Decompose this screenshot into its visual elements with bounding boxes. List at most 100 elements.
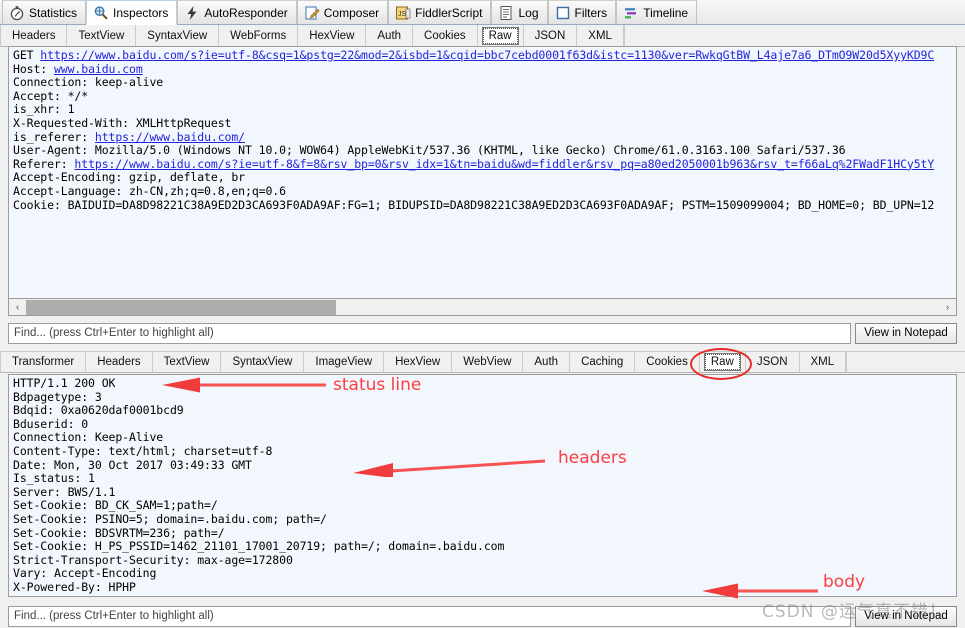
raw-link[interactable]: https://www.baidu.com/ (95, 130, 245, 144)
raw-line: X-Requested-With: XMLHttpRequest (13, 115, 232, 130)
raw-line: Is_status: 1 (13, 471, 95, 486)
request-tab-json[interactable]: JSON (524, 24, 578, 47)
request-tab-strip: Headers TextView SyntaxView WebForms Hex… (0, 24, 965, 47)
raw-line: is_xhr: 1 (13, 102, 75, 117)
raw-line: Connection: Keep-Alive (13, 430, 164, 445)
main-tab-filters[interactable]: Filters (547, 0, 617, 24)
scroll-right-button[interactable]: › (939, 299, 956, 315)
response-raw-pane[interactable]: HTTP/1.1 200 OK Bdpagetype: 3 Bdqid: 0xa06… (8, 374, 957, 597)
response-tab-headers[interactable]: Headers (86, 351, 153, 373)
raw-line: Accept: */* (13, 88, 89, 103)
filter-square-icon (555, 5, 571, 21)
request-tab-cookies[interactable]: Cookies (413, 24, 478, 47)
request-tab-syntaxview[interactable]: SyntaxView (136, 24, 220, 47)
request-tab-hexview[interactable]: HexView (298, 24, 367, 47)
tab-strip-filler (846, 351, 965, 373)
tab-label: XML (810, 356, 835, 368)
scroll-thumb[interactable] (26, 299, 337, 315)
response-tab-cookies[interactable]: Cookies (635, 351, 700, 373)
raw-line: Set-Cookie: BD_CK_SAM=1;path=/ (13, 498, 218, 513)
tab-label: HexView (395, 356, 441, 368)
raw-line: Bdpagetype: 3 (13, 389, 102, 404)
main-tab-fiddlerscript[interactable]: JS FiddlerScript (388, 0, 492, 24)
response-tab-strip: Transformer Headers TextView SyntaxView … (0, 351, 965, 373)
main-tab-composer[interactable]: Composer (296, 0, 389, 24)
raw-line: Set-Cookie: BDSVRTM=236; path=/ (13, 525, 225, 540)
raw-link[interactable]: https://www.baidu.com/s?ie=utf-8&f=8&rsv… (74, 157, 934, 171)
main-tab-inspectors[interactable]: Inspectors (86, 0, 178, 25)
pencil-note-icon (304, 5, 320, 21)
response-tab-json[interactable]: JSON (746, 351, 800, 373)
tab-label: JSON (534, 29, 566, 42)
tab-label: JSON (756, 356, 788, 368)
tab-label: Cookies (424, 29, 466, 42)
svg-text:JS: JS (398, 11, 407, 18)
tab-label: Caching (581, 356, 624, 368)
tab-label: HexView (309, 29, 355, 42)
request-tab-auth[interactable]: Auth (366, 24, 414, 47)
raw-link[interactable]: www.baidu.com (54, 62, 143, 76)
response-find-input[interactable]: Find... (press Ctrl+Enter to highlight a… (8, 605, 851, 627)
request-tab-xml[interactable]: XML (577, 24, 624, 47)
response-tab-hexview[interactable]: HexView (384, 351, 453, 373)
raw-line: Content-Type: text/html; charset=utf-8 (13, 443, 273, 458)
request-hscrollbar[interactable]: ‹ › (8, 299, 957, 316)
raw-line: is_referer: https://www.baidu.com/ (13, 129, 246, 144)
request-tab-textview[interactable]: TextView (67, 24, 137, 47)
main-tab-label: AutoResponder (204, 5, 288, 20)
response-tab-transformer[interactable]: Transformer (0, 351, 87, 373)
main-tab-autoresponder[interactable]: AutoResponder (177, 0, 297, 24)
tab-label: Auth (377, 29, 402, 42)
response-tab-syntaxview[interactable]: SyntaxView (221, 351, 305, 373)
request-find-input[interactable]: Find... (press Ctrl+Enter to highlight a… (8, 322, 851, 344)
response-view-in-notepad-button[interactable]: View in Notepad (855, 605, 957, 627)
raw-line: Cookie: BAIDUID=DA8D98221C38A9ED2D3CA693… (13, 197, 935, 212)
tab-label: XML (588, 29, 612, 42)
request-tab-headers[interactable]: Headers (0, 24, 68, 47)
raw-line: Bdqid: 0xa0620daf0001bcd9 (13, 403, 184, 418)
main-tab-label: Filters (574, 5, 608, 20)
tab-label: SyntaxView (147, 29, 208, 42)
main-tab-statistics[interactable]: Statistics (2, 0, 87, 24)
response-tab-textview[interactable]: TextView (153, 351, 222, 373)
response-tab-xml[interactable]: XML (800, 351, 847, 373)
main-tab-label: Log (518, 5, 539, 20)
response-tab-caching[interactable]: Caching (570, 351, 636, 373)
raw-line: Set-Cookie: PSINO=5; domain=.baidu.com; … (13, 511, 327, 526)
raw-line: Bduserid: 0 (13, 416, 89, 431)
log-list-icon (498, 5, 514, 21)
raw-link[interactable]: https://www.baidu.com/s?ie=utf-8&csq=1&p… (40, 48, 934, 62)
response-tab-imageview[interactable]: ImageView (304, 351, 385, 373)
raw-line: Connection: keep-alive (13, 75, 164, 90)
main-tab-log[interactable]: Log (491, 0, 548, 24)
response-tab-raw[interactable]: Raw (700, 351, 746, 373)
scroll-track[interactable] (26, 299, 939, 315)
raw-line: Set-Cookie: H_PS_PSSID=1462_21101_17001_… (13, 539, 505, 554)
scroll-left-button[interactable]: ‹ (9, 299, 26, 315)
response-tab-auth[interactable]: Auth (523, 351, 571, 373)
response-find-bar: Find... (press Ctrl+Enter to highlight a… (8, 605, 957, 627)
magnifier-icon (93, 5, 109, 21)
request-tab-raw[interactable]: Raw (478, 24, 524, 47)
raw-line: X-Ua-Compatible: IE=Edge,chrome=1 (13, 594, 956, 596)
main-tab-label: Inspectors (113, 5, 169, 20)
response-raw-text: HTTP/1.1 200 OK Bdpagetype: 3 Bdqid: 0xa06… (9, 375, 956, 596)
request-raw-text: GET https://www.baidu.com/s?ie=utf-8&csq… (9, 47, 956, 212)
raw-line: HTTP/1.1 200 OK (13, 376, 116, 390)
tab-strip-filler (623, 24, 965, 47)
main-tab-timeline[interactable]: Timeline (616, 0, 698, 24)
response-tab-webview[interactable]: WebView (452, 351, 524, 373)
raw-line: Strict-Transport-Security: max-age=17280… (13, 552, 293, 567)
main-tab-label: Statistics (29, 5, 78, 20)
request-raw-pane[interactable]: GET https://www.baidu.com/s?ie=utf-8&csq… (8, 46, 957, 299)
stopwatch-icon (9, 5, 25, 21)
tab-label: Headers (12, 29, 56, 42)
raw-line: GET https://www.baidu.com/s?ie=utf-8&csq… (13, 48, 935, 62)
request-view-in-notepad-button[interactable]: View in Notepad (855, 322, 957, 344)
raw-line: X-Powered-By: HPHP (13, 579, 136, 594)
main-tab-strip: Statistics Inspectors AutoResponder Comp… (0, 0, 965, 25)
tab-label: ImageView (315, 356, 373, 368)
tab-label: TextView (163, 356, 210, 368)
tab-label: Cookies (646, 356, 688, 368)
request-tab-webforms[interactable]: WebForms (219, 24, 299, 47)
